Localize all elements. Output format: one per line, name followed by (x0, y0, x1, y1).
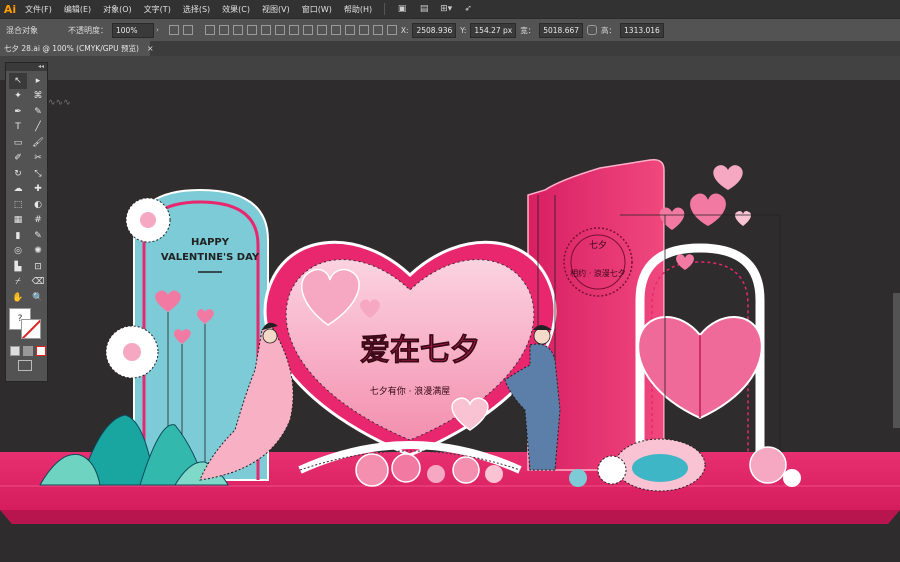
hand-tool[interactable]: ✋ (9, 290, 27, 306)
subtitle-text: 七夕有你 · 浪漫满屋 (370, 385, 451, 397)
pen-tool[interactable]: ✒ (9, 104, 27, 120)
gradient-button[interactable] (23, 345, 33, 356)
type-tool[interactable]: T (9, 120, 27, 136)
none-button[interactable] (36, 345, 46, 356)
screen-mode-icon[interactable] (18, 359, 32, 371)
shaper-tool[interactable]: ✐ (9, 151, 27, 167)
rectangle-tool[interactable]: ▭ (9, 135, 27, 151)
blend-tool[interactable]: ◎ (9, 244, 27, 260)
cursor-trail: ∿∿∿ (48, 98, 71, 108)
pillar-text-1: 七夕 (589, 239, 607, 251)
tools-panel: ◂◂ ↖ ▸ ✦ ⌘ ✒ ✎ T ╱ ▭ 🖌 ✐ ✂ ↻ ⤡ ☁ ✚ ⬚ ◐ ▦ # ▮ ✎ ◎ ✺ ▙ ⊡ ⌿ ⌫ ✋ 🔍 ? (5, 62, 48, 382)
color-button[interactable] (10, 345, 20, 356)
tool-grid: ↖ ▸ ✦ ⌘ ✒ ✎ T ╱ ▭ 🖌 ✐ ✂ ↻ ⤡ ☁ ✚ ⬚ ◐ ▦ # ▮ ✎ ◎ ✺ ▙ ⊡ ⌿ ⌫ ✋ 🔍 (6, 71, 47, 306)
shape-builder-tool[interactable]: ◐ (29, 197, 47, 213)
eraser-tool[interactable]: ⌫ (29, 275, 47, 291)
selection-tool[interactable]: ↖ (9, 73, 27, 89)
right-panel-edge (893, 293, 900, 428)
magic-wand-tool[interactable]: ✦ (9, 89, 27, 105)
zoom-tool[interactable]: 🔍 (29, 290, 47, 306)
column-graph-tool[interactable]: ▙ (9, 259, 27, 275)
mesh-tool[interactable]: # (29, 213, 47, 229)
symbol-sprayer-tool[interactable]: ✺ (29, 244, 47, 260)
free-transform-tool[interactable]: ⬚ (9, 197, 27, 213)
arch-text-happy: HAPPY (191, 237, 230, 248)
warp-tool[interactable]: ☁ (9, 182, 27, 198)
direct-selection-tool[interactable]: ▸ (29, 73, 47, 89)
scale-tool[interactable]: ⤡ (29, 166, 47, 182)
tools-panel-collapse[interactable]: ◂◂ (6, 63, 47, 71)
eyedropper-tool[interactable]: ✎ (29, 228, 47, 244)
lasso-tool[interactable]: ⌘ (29, 89, 47, 105)
artwork-canvas[interactable]: HAPPY VALENTINE'S DAY 七夕 相约 · 浪漫七夕 爱在七夕 … (0, 0, 900, 562)
fill-stroke-well: ? (9, 307, 44, 344)
rotate-tool[interactable]: ↻ (9, 166, 27, 182)
slice-tool[interactable]: ⌿ (9, 275, 27, 291)
stroke-swatch[interactable] (21, 318, 41, 339)
perspective-grid-tool[interactable]: ▦ (9, 213, 27, 229)
pillar-text-2: 相约 · 浪漫七夕 (570, 268, 626, 278)
scissors-tool[interactable]: ✂ (29, 151, 47, 167)
gradient-tool[interactable]: ▮ (9, 228, 27, 244)
puppet-warp-tool[interactable]: ✚ (29, 182, 47, 198)
curvature-tool[interactable]: ✎ (29, 104, 47, 120)
color-mode-row (6, 345, 47, 356)
artboard-tool[interactable]: ⊡ (29, 259, 47, 275)
line-tool[interactable]: ╱ (29, 120, 47, 136)
arch-text-valentine: VALENTINE'S DAY (161, 252, 260, 263)
paintbrush-tool[interactable]: 🖌 (29, 135, 47, 151)
center-heart: 爱在七夕 七夕有你 · 浪漫满屋 (263, 241, 557, 457)
title-text: 爱在七夕 (360, 333, 480, 368)
